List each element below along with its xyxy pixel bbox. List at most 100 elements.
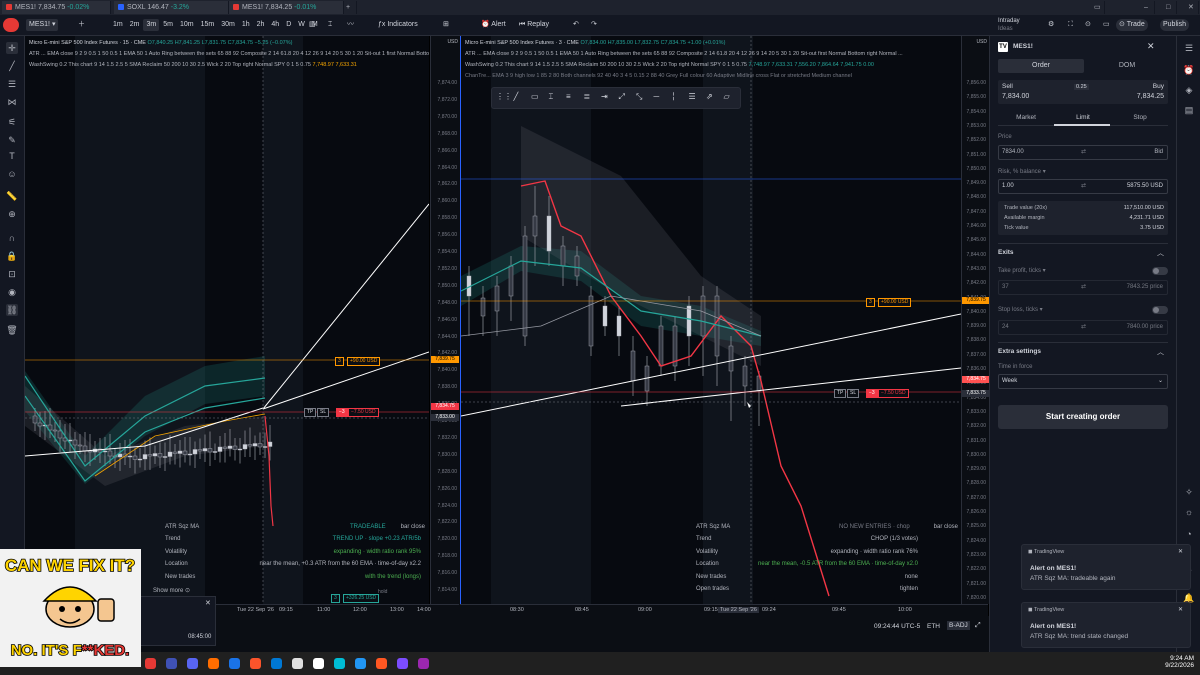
tp-label[interactable]: Take profit, ticks ▾	[998, 267, 1046, 274]
taskbar-app-icon[interactable]	[166, 658, 177, 669]
right-chart-pane[interactable]: Micro E-mini S&P 500 Index Futures · 3 ·…	[460, 36, 961, 604]
show-more-link[interactable]: Show more ⊙	[153, 587, 190, 594]
notification-card[interactable]: ◼ TradingView ✕ Alert on MES1! ATR Sqz M…	[1021, 602, 1191, 648]
taskbar-app-icon[interactable]	[229, 658, 240, 669]
candle-type-icon[interactable]: ▥	[306, 19, 319, 31]
window-icon[interactable]: ▭	[1090, 1, 1105, 14]
redo-icon[interactable]: ↷	[588, 19, 600, 31]
tab-dom[interactable]: DOM	[1086, 59, 1168, 73]
sl-toggle[interactable]	[1152, 306, 1168, 314]
draw-tool-icon[interactable]: ╱	[514, 92, 519, 101]
sl-amount-chip[interactable]: −7.50 USD	[878, 389, 909, 398]
layers-icon[interactable]: ◈	[1183, 84, 1195, 96]
sl-input[interactable]: 24 ⇄ 7840.00 price	[998, 320, 1168, 335]
taskbar-app-icon[interactable]	[187, 658, 198, 669]
notification-card[interactable]: ◼ TradingView ✕ Alert on MES1! ATR Sqz M…	[1021, 544, 1191, 590]
news-icon[interactable]: ▤	[1183, 104, 1195, 116]
interval-3m[interactable]: 3m	[143, 19, 160, 31]
draw-tool-icon[interactable]: ≡	[566, 92, 571, 101]
layout-icon[interactable]: ⊞	[440, 19, 452, 31]
tp-amount-chip[interactable]: +90.00 USD	[347, 357, 381, 366]
tp-input[interactable]: 37 ⇄ 7843.25 price	[998, 280, 1168, 295]
swap-icon[interactable]: ⇄	[1081, 281, 1086, 294]
taskbar-app-icon[interactable]	[334, 658, 345, 669]
tab-soxl[interactable]: SOXL 146.47 -3.2%	[114, 1, 229, 14]
taskbar-app-icon[interactable]	[292, 658, 303, 669]
submit-order-button[interactable]: Start creating order	[998, 405, 1168, 429]
sl-chip[interactable]: SL	[847, 389, 860, 398]
close-icon[interactable]: ✕	[1178, 606, 1183, 613]
tab-mes1[interactable]: MES1! 7,834.75 -0.02%	[2, 1, 111, 14]
tif-select[interactable]: Week ⌄	[998, 374, 1168, 389]
sl-qty-chip[interactable]: −3	[336, 408, 348, 417]
settings-icon[interactable]: ⚙	[1045, 19, 1057, 31]
undo-icon[interactable]: ↶	[570, 19, 582, 31]
sell-label[interactable]: Sell	[1002, 83, 1013, 90]
taskbar-app-icon[interactable]	[250, 658, 261, 669]
sl-amount-chip[interactable]: −7.50 USD	[348, 408, 379, 417]
interval-D[interactable]: D	[283, 19, 294, 31]
adjust-toggle[interactable]: B-ADJ	[947, 621, 970, 630]
draw-tool-icon[interactable]: ╎	[671, 92, 676, 101]
new-tab-button[interactable]: +	[342, 1, 357, 14]
risk-label[interactable]: Risk, % balance ▾	[998, 168, 1046, 175]
sl-label[interactable]: Stop loss, ticks ▾	[998, 306, 1043, 313]
draw-tool-icon[interactable]: ─	[654, 92, 660, 101]
buy-price[interactable]: 7,834.25	[1137, 93, 1164, 100]
watchlist-icon[interactable]: ☰	[1183, 42, 1195, 54]
ruler-icon[interactable]: 📏	[6, 190, 18, 202]
tab-order[interactable]: Order	[998, 59, 1084, 73]
interval-1h[interactable]: 1h	[239, 19, 253, 31]
taskbar-app-icon[interactable]	[355, 658, 366, 669]
interval-2h[interactable]: 2h	[254, 19, 268, 31]
trendline-icon[interactable]: ╱	[6, 60, 18, 72]
tp-qty-chip[interactable]: 3	[866, 298, 875, 307]
interval-15m[interactable]: 15m	[198, 19, 218, 31]
snapshot-icon[interactable]: ▭	[1100, 19, 1113, 31]
symbol-search[interactable]: MES1! ▾	[26, 19, 59, 31]
eye-icon[interactable]: ◉	[6, 286, 18, 298]
tp-qty-chip[interactable]: 3	[335, 357, 344, 366]
fib-icon[interactable]: ☰	[6, 78, 18, 90]
trade-button[interactable]: ⊙ Trade	[1116, 19, 1148, 31]
taskbar-app-icon[interactable]	[145, 658, 156, 669]
alert-button[interactable]: ⏰ Alert	[478, 19, 509, 31]
link-icon[interactable]: ⛓	[6, 304, 18, 316]
fullscreen-icon[interactable]: ⛶	[1065, 19, 1076, 31]
avatar[interactable]	[3, 18, 19, 32]
minimize-icon[interactable]: –	[1140, 1, 1155, 14]
tp-chip[interactable]: TP	[834, 389, 847, 398]
right-chart-canvas[interactable]	[461, 36, 961, 604]
taskbar-app-icon[interactable]	[208, 658, 219, 669]
replay-button[interactable]: ⏮ Replay	[516, 19, 552, 31]
alerts-icon[interactable]: ⏰	[1183, 64, 1195, 76]
buy-label[interactable]: Buy	[1153, 83, 1164, 90]
community-icon[interactable]: ✧	[1183, 486, 1195, 498]
swap-icon[interactable]: ⇄	[1081, 321, 1086, 334]
left-chart-pane[interactable]: Micro E-mini S&P 500 Index Futures · 15 …	[25, 36, 429, 616]
tp-chip[interactable]: TP	[304, 408, 317, 417]
draw-tool-icon[interactable]: ⋮⋮	[496, 92, 512, 101]
lock-draw-icon[interactable]: 🔒	[6, 250, 18, 262]
interval-4h[interactable]: 4h	[268, 19, 282, 31]
draw-tool-icon[interactable]: ⤡	[636, 92, 642, 102]
ideas-icon[interactable]: ☼	[1183, 506, 1195, 518]
brush-icon[interactable]: ✎	[6, 134, 18, 146]
session-toggle[interactable]: ETH	[927, 623, 940, 630]
risk-input[interactable]: 1.00 ⇄ 5875.50 USD	[998, 179, 1168, 194]
draw-tool-icon[interactable]: ⇗	[706, 92, 713, 101]
intraday-menu[interactable]: Intraday Ideas	[998, 17, 1020, 32]
price-input[interactable]: 7834.00 ⇄ Bid	[998, 145, 1168, 160]
interval-10m[interactable]: 10m	[177, 19, 197, 31]
order-type-limit[interactable]: Limit	[1055, 114, 1111, 121]
draw-tool-icon[interactable]: ⇥	[601, 92, 608, 101]
draw-tool-icon[interactable]: ☰	[689, 92, 696, 101]
taskbar-app-icon[interactable]	[418, 658, 429, 669]
sl-qty-chip[interactable]: −3	[866, 389, 878, 398]
tab-mes1-2[interactable]: MES1! 7,834.25 -0.01%	[229, 1, 344, 14]
taskbar-app-icon[interactable]	[313, 658, 324, 669]
sl-chip[interactable]: SL	[317, 408, 330, 417]
tp-amount-chip[interactable]: +90.00 USD	[878, 298, 912, 307]
taskbar-app-icon[interactable]	[271, 658, 282, 669]
taskbar-clock[interactable]: 9:24 AM 9/22/2026	[1148, 655, 1194, 669]
